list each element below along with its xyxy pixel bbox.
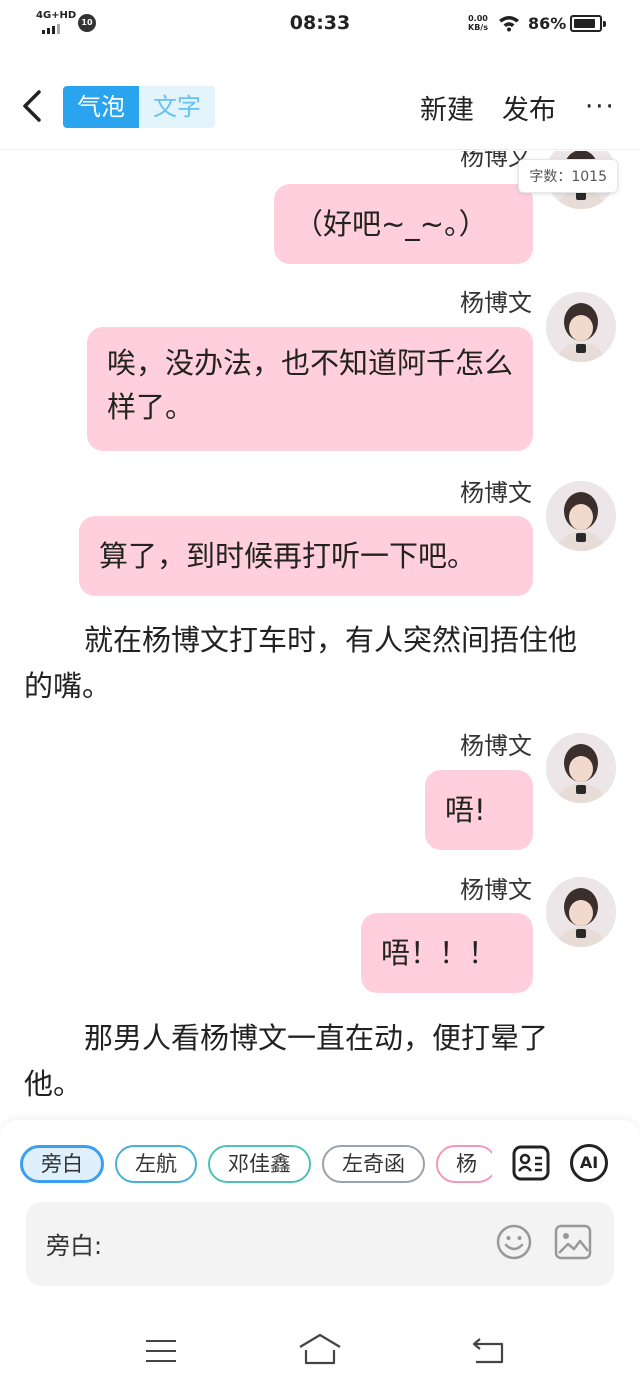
avatar[interactable] (546, 733, 616, 803)
chat-area[interactable]: 杨博文 （好吧~_~。） 杨博文 唉，没办法，也不知道阿千怎么样了。 杨博文 算… (0, 151, 640, 1120)
message-bubble[interactable]: 唔! (425, 770, 533, 850)
message-bubble[interactable]: 唉，没办法，也不知道阿千怎么样了。 (87, 327, 533, 451)
character-chips: 旁白 左航 邓佳鑫 左奇函杨 (20, 1145, 492, 1185)
battery-icon (570, 15, 606, 32)
app-bar: 气泡 文字 新建 发布 ··· (0, 64, 640, 150)
message-bubble[interactable]: 算了，到时候再打听一下吧。 (79, 516, 533, 596)
character-card-icon[interactable] (511, 1143, 551, 1183)
chip-character[interactable]: 左航 (115, 1145, 197, 1183)
avatar[interactable] (546, 481, 616, 551)
emoji-icon[interactable] (496, 1224, 532, 1260)
sender-name: 杨博文 (460, 732, 532, 760)
narration-text[interactable]: 那男人看杨博文一直在动，便打晕了他。 (24, 1015, 596, 1107)
composer-panel: 旁白 左航 邓佳鑫 左奇函杨 AI 旁白: (0, 1120, 640, 1312)
chip-character[interactable]: 邓佳鑫 (208, 1145, 311, 1183)
speed-unit: KB/s (468, 23, 488, 32)
tab-text[interactable]: 文字 (139, 86, 215, 128)
message-bubble[interactable]: 唔！！！ (361, 913, 533, 993)
home-icon[interactable] (298, 1332, 342, 1366)
system-nav-bar (0, 1312, 640, 1387)
network-speed: 0.00 KB/s (468, 14, 488, 32)
message-bubble[interactable]: （好吧~_~。） (274, 184, 533, 264)
status-bar: 4G+HD 10 08:33 0.00 KB/s 86% (0, 0, 640, 48)
narration-text[interactable]: 就在杨博文打车时，有人突然间捂住他的嘴。 (24, 617, 596, 709)
image-icon[interactable] (554, 1224, 592, 1260)
word-count-badge: 字数：1015 (518, 159, 618, 193)
tab-bubble[interactable]: 气泡 (63, 86, 139, 128)
mode-toggle: 气泡 文字 (63, 86, 215, 128)
ai-label: AI (579, 1153, 599, 1172)
new-button[interactable]: 新建 (420, 88, 474, 127)
wifi-icon (499, 16, 519, 32)
avatar[interactable] (546, 292, 616, 362)
menu-icon[interactable] (145, 1338, 177, 1364)
input-speaker-label: 旁白: (46, 1232, 103, 1260)
return-icon[interactable] (470, 1336, 506, 1366)
speed-value: 0.00 (468, 14, 488, 23)
back-arrow-icon[interactable] (18, 88, 48, 124)
chip-character[interactable]: 杨 (436, 1145, 492, 1183)
sender-name: 杨博文 (460, 289, 532, 317)
sender-name: 杨博文 (460, 479, 532, 507)
publish-button[interactable]: 发布 (502, 88, 556, 127)
more-icon[interactable]: ··· (585, 92, 616, 122)
message-input[interactable]: 旁白: (26, 1202, 614, 1286)
ai-icon[interactable]: AI (569, 1143, 609, 1183)
chip-narrator[interactable]: 旁白 (20, 1145, 104, 1183)
avatar[interactable] (546, 877, 616, 947)
sender-name: 杨博文 (460, 876, 532, 904)
battery-percent: 86% (528, 14, 567, 33)
chip-character[interactable]: 左奇函 (322, 1145, 425, 1183)
